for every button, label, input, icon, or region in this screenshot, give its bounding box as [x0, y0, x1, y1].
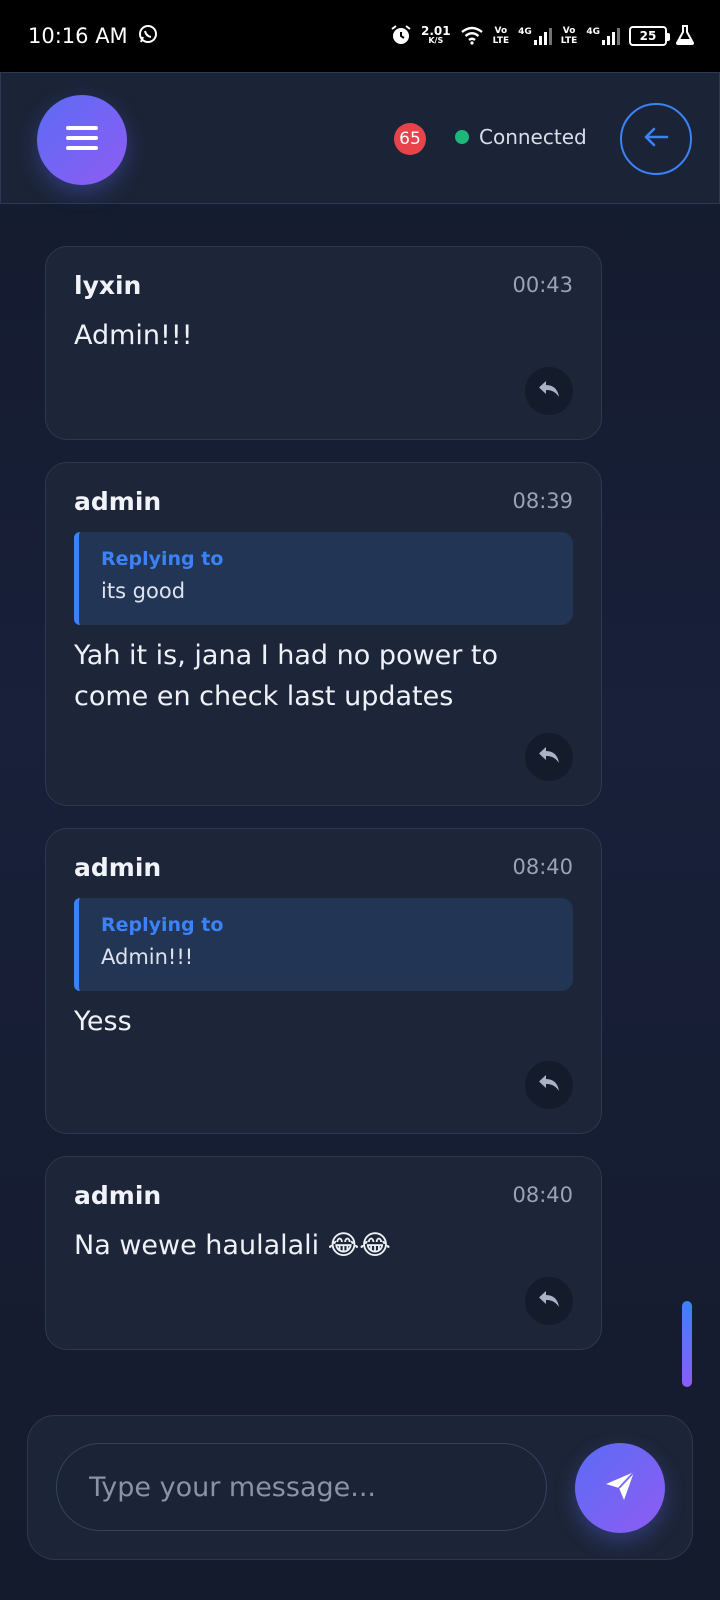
status-bar-left: 10:16 AM: [28, 24, 158, 49]
flask-icon: [675, 24, 695, 48]
reply-icon: [538, 1074, 560, 1096]
hamburger-icon: [66, 124, 98, 156]
message-time: 08:39: [512, 489, 573, 513]
message-card: lyxin 00:43 Admin!!!: [45, 246, 602, 440]
connection-status: Connected: [455, 125, 587, 149]
reply-icon: [538, 380, 560, 402]
reply-button[interactable]: [525, 733, 573, 781]
message-time: 08:40: [512, 855, 573, 879]
chat-header: 65 Connected: [0, 72, 720, 204]
reply-label: Replying to: [101, 914, 224, 936]
status-bar-right: 2.01 K/S Vo LTE 4G Vo LTE 4G 25: [390, 24, 695, 49]
reply-button[interactable]: [525, 367, 573, 415]
signal-icon: 4G: [586, 27, 620, 45]
reply-preview[interactable]: Replying to Admin!!!: [74, 898, 573, 991]
menu-button[interactable]: [37, 95, 127, 185]
message-time: 00:43: [512, 273, 573, 297]
alarm-icon: [390, 24, 412, 49]
notification-badge: 65: [394, 123, 426, 155]
status-dot: [455, 130, 469, 144]
network-speed: 2.01 K/S: [420, 24, 451, 45]
connection-status-label: Connected: [479, 125, 587, 149]
reply-button[interactable]: [525, 1061, 573, 1109]
signal-icon: 4G: [518, 27, 552, 45]
scrollbar-thumb[interactable]: [682, 1301, 692, 1387]
message-sender: admin: [74, 1181, 162, 1210]
send-icon: [603, 1469, 637, 1507]
back-button[interactable]: [620, 103, 692, 175]
message-composer: [27, 1415, 693, 1560]
reply-icon: [538, 746, 560, 768]
message-text: Yah it is, jana I had no power to come e…: [74, 640, 498, 712]
message-sender: admin: [74, 487, 162, 516]
wifi-icon: [460, 25, 484, 48]
arrow-left-icon: [643, 126, 669, 152]
volte-label-1: Vo LTE: [492, 26, 510, 46]
status-bar: 10:16 AM 2.01 K/S Vo LTE 4G Vo LTE 4G 25: [0, 0, 720, 72]
message-text: Na wewe haulalali 😂😂: [74, 1230, 391, 1261]
message-card: admin 08:39 Replying to its good Yah it …: [45, 462, 602, 806]
message-text: Admin!!!: [74, 320, 193, 351]
message-card: admin 08:40 Na wewe haulalali 😂😂: [45, 1156, 602, 1350]
reply-button[interactable]: [525, 1277, 573, 1325]
reply-text: its good: [101, 579, 186, 603]
message-text: Yess: [74, 1006, 132, 1037]
battery-icon: 25: [629, 26, 670, 46]
status-time: 10:16 AM: [28, 24, 128, 48]
message-card: admin 08:40 Replying to Admin!!! Yess: [45, 828, 602, 1134]
send-button[interactable]: [575, 1443, 665, 1533]
message-sender: admin: [74, 853, 162, 882]
reply-label: Replying to: [101, 548, 224, 570]
whatsapp-icon: [138, 24, 158, 49]
message-input[interactable]: [56, 1443, 547, 1531]
reply-text: Admin!!!: [101, 945, 194, 969]
volte-label-2: Vo LTE: [560, 26, 578, 46]
reply-icon: [538, 1290, 560, 1312]
message-list[interactable]: lyxin 00:43 Admin!!! admin 08:39 Replyin…: [0, 204, 720, 1400]
message-sender: lyxin: [74, 271, 142, 300]
reply-preview[interactable]: Replying to its good: [74, 532, 573, 625]
message-time: 08:40: [512, 1183, 573, 1207]
